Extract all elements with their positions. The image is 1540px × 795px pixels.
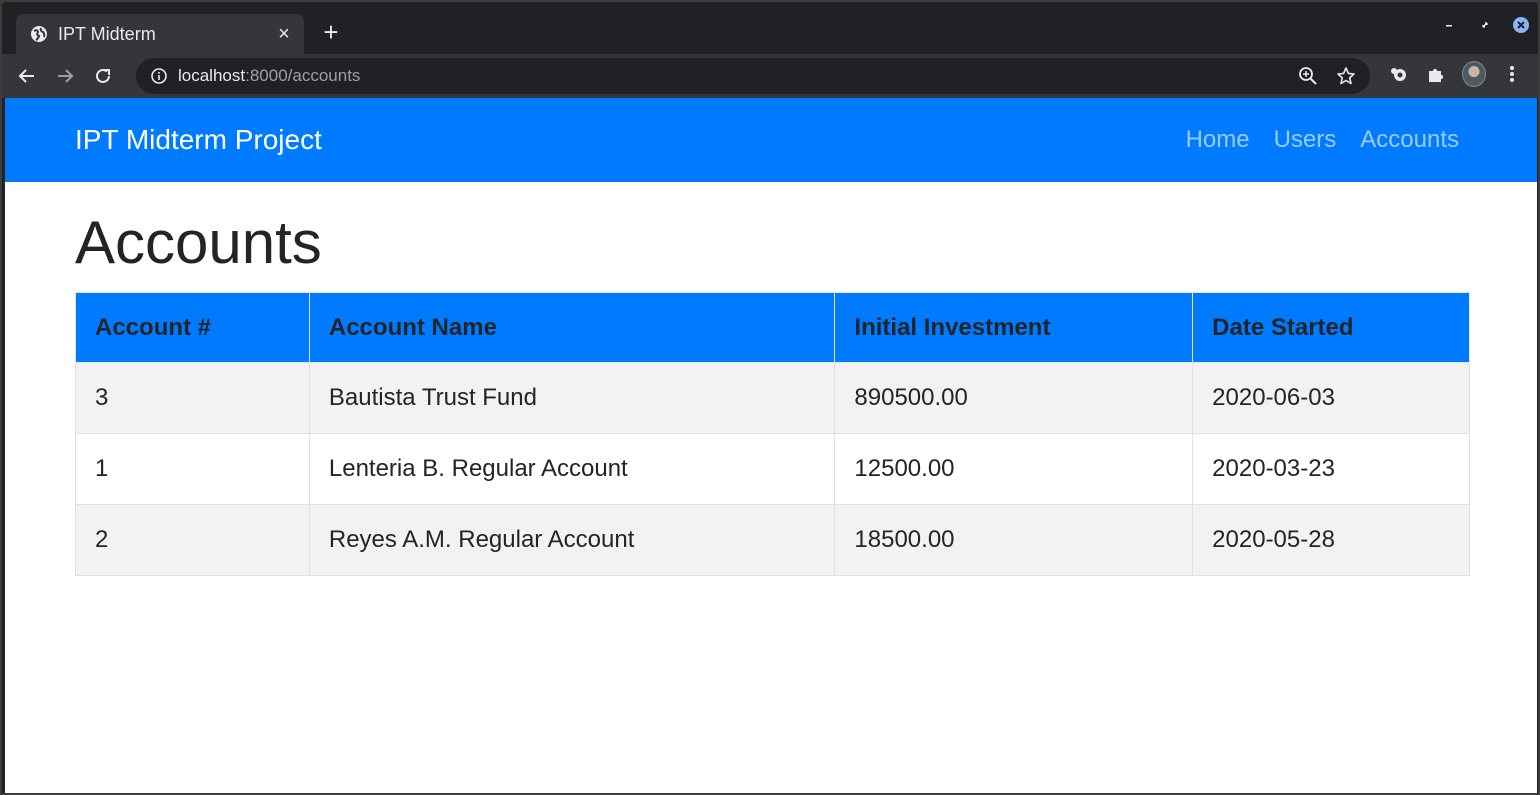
zoom-icon[interactable] <box>1298 66 1318 86</box>
reload-icon[interactable] <box>90 63 116 89</box>
restore-icon[interactable] <box>1476 16 1494 34</box>
cell-initial-investment: 18500.00 <box>834 504 1194 576</box>
table-row: 1 Lenteria B. Regular Account 12500.00 2… <box>75 433 1470 505</box>
column-header-date-started: Date Started <box>1192 292 1470 363</box>
globe-icon <box>30 25 48 43</box>
avatar[interactable] <box>1462 61 1486 87</box>
info-icon[interactable] <box>150 67 168 85</box>
nav-link-accounts[interactable]: Accounts <box>1360 126 1459 154</box>
minimize-icon[interactable] <box>1440 16 1458 34</box>
star-icon[interactable] <box>1336 66 1356 86</box>
cell-account-name: Lenteria B. Regular Account <box>308 433 836 505</box>
profile-avatar <box>1462 61 1486 87</box>
kebab-menu-icon[interactable] <box>1500 62 1524 86</box>
cell-date-started: 2020-06-03 <box>1192 362 1470 434</box>
extensions-area <box>1386 61 1524 87</box>
url-text[interactable]: localhost:8000/accounts <box>178 66 1298 86</box>
cell-date-started: 2020-03-23 <box>1192 433 1470 505</box>
page-title: Accounts <box>75 209 322 276</box>
close-icon[interactable]: × <box>274 23 294 46</box>
cell-account-number: 1 <box>75 433 310 505</box>
cell-account-number: 3 <box>75 362 310 434</box>
column-header-account-number: Account # <box>75 292 310 363</box>
cell-account-number: 2 <box>75 504 310 576</box>
tab-title: IPT Midterm <box>58 23 156 44</box>
tab-strip: IPT Midterm × + <box>2 2 1538 54</box>
extension-icon[interactable] <box>1386 62 1410 86</box>
url-host: localhost <box>178 66 246 85</box>
cell-date-started: 2020-05-28 <box>1192 504 1470 576</box>
plus-icon[interactable]: + <box>318 19 344 46</box>
navbar-brand[interactable]: IPT Midterm Project <box>75 124 322 156</box>
column-header-account-name: Account Name <box>308 292 836 363</box>
address-bar[interactable]: localhost:8000/accounts <box>136 58 1370 94</box>
window-controls <box>1440 16 1530 34</box>
cell-account-name: Bautista Trust Fund <box>308 362 836 434</box>
cell-initial-investment: 12500.00 <box>834 433 1194 505</box>
navbar: IPT Midterm Project Home Users Accounts <box>5 98 1537 182</box>
nav-links: Home Users Accounts <box>1186 126 1459 154</box>
url-path: :8000/accounts <box>245 66 361 85</box>
puzzle-icon[interactable] <box>1424 62 1448 86</box>
accounts-table: Account # Account Name Initial Investmen… <box>75 292 1470 576</box>
page-viewport: IPT Midterm Project Home Users Accounts … <box>5 98 1537 793</box>
main-content: Accounts Account # Account Name Initial … <box>75 182 1470 576</box>
arrow-right-icon[interactable] <box>52 63 78 89</box>
nav-link-home[interactable]: Home <box>1186 126 1250 154</box>
nav-link-users[interactable]: Users <box>1274 126 1337 154</box>
table-row: 2 Reyes A.M. Regular Account 18500.00 20… <box>75 504 1470 576</box>
table-row: 3 Bautista Trust Fund 890500.00 2020-06-… <box>75 362 1470 434</box>
arrow-left-icon[interactable] <box>14 63 40 89</box>
table-header-row: Account # Account Name Initial Investmen… <box>75 292 1470 363</box>
cell-initial-investment: 890500.00 <box>834 362 1194 434</box>
browser-window: IPT Midterm × + localhost:8000/accounts … <box>0 0 1540 795</box>
column-header-initial-investment: Initial Investment <box>834 292 1194 363</box>
close-window-icon[interactable] <box>1512 16 1530 34</box>
cell-account-name: Reyes A.M. Regular Account <box>308 504 836 576</box>
browser-toolbar: localhost:8000/accounts <box>2 54 1538 98</box>
browser-tab[interactable]: IPT Midterm × <box>16 14 304 54</box>
